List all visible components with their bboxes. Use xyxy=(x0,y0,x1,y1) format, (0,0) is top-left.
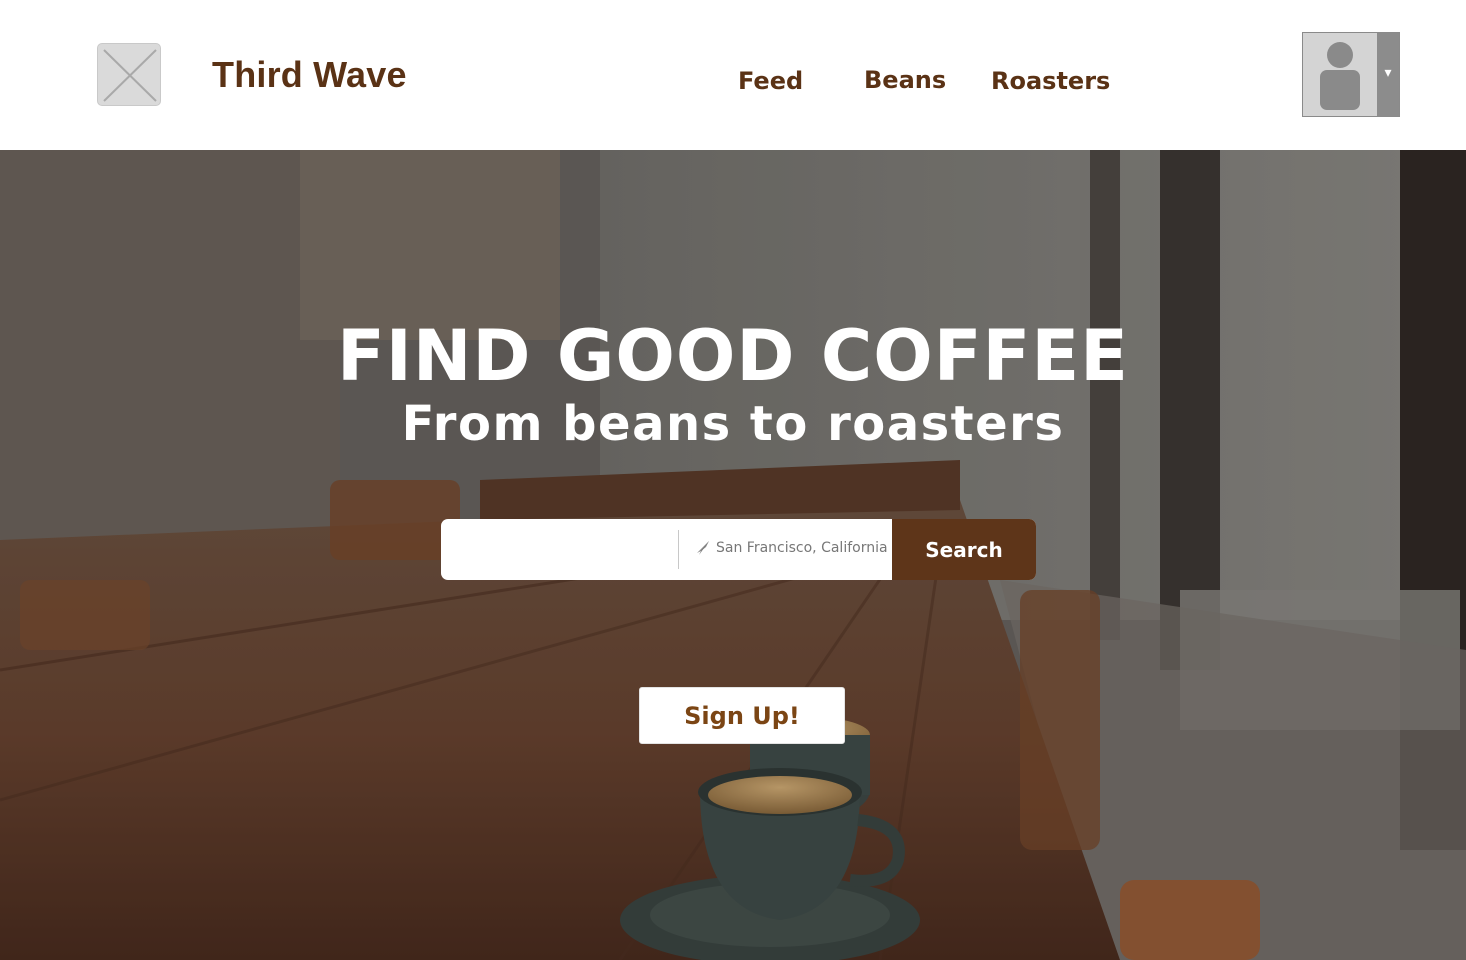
search-input[interactable] xyxy=(441,519,678,580)
search-divider xyxy=(678,530,679,569)
user-avatar-icon xyxy=(1303,33,1378,116)
chevron-down-icon[interactable]: ▾ xyxy=(1377,33,1399,116)
hero-title: FIND GOOD COFFEE xyxy=(336,315,1129,397)
nav-roasters-link[interactable]: Roasters xyxy=(991,67,1110,95)
search-button[interactable]: Search xyxy=(892,519,1036,580)
search-bar: San Francisco, California Search xyxy=(441,519,1036,580)
nav-beans-link[interactable]: Beans xyxy=(864,66,946,94)
hero-subtitle: From beans to roasters xyxy=(401,396,1065,452)
location-arrow-icon xyxy=(697,541,709,555)
signup-button[interactable]: Sign Up! xyxy=(639,687,845,744)
user-menu[interactable]: ▾ xyxy=(1302,32,1400,117)
brand-name[interactable]: Third Wave xyxy=(212,54,407,96)
location-field[interactable]: San Francisco, California xyxy=(716,540,888,556)
image-placeholder-icon[interactable] xyxy=(97,43,161,106)
hero-section: FIND GOOD COFFEE From beans to roasters … xyxy=(0,150,1466,960)
nav-feed-link[interactable]: Feed xyxy=(738,67,803,95)
top-navbar: Third Wave Feed Beans Roasters ▾ xyxy=(0,0,1466,150)
